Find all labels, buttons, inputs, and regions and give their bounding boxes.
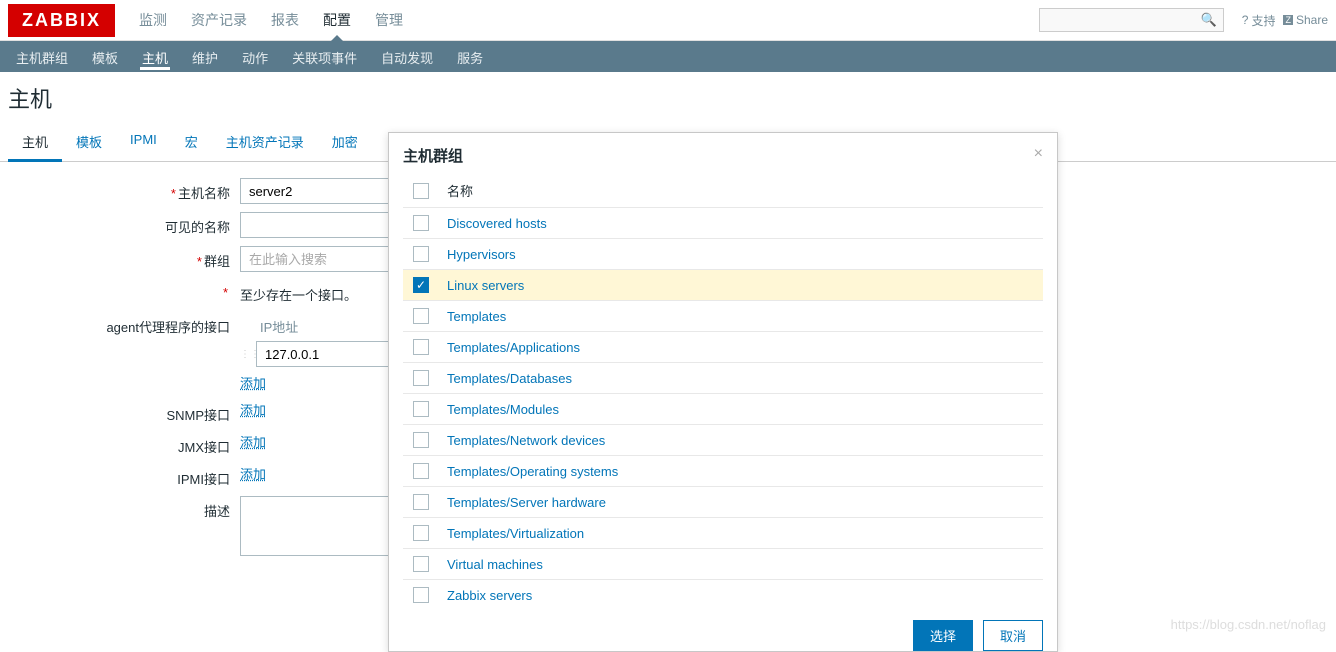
- select-button[interactable]: 选择: [913, 620, 973, 651]
- group-checkbox[interactable]: [413, 246, 429, 262]
- topnav-item[interactable]: 资产记录: [179, 0, 259, 40]
- group-checkbox[interactable]: [413, 215, 429, 231]
- group-checkbox[interactable]: [413, 432, 429, 448]
- group-checkbox[interactable]: [413, 587, 429, 603]
- group-row[interactable]: Hypervisors: [403, 239, 1043, 270]
- desc-label: 描述: [8, 496, 240, 520]
- snmp-label: SNMP接口: [8, 400, 240, 424]
- topnav-item[interactable]: 管理: [363, 0, 415, 40]
- subnav-item[interactable]: 关联项事件: [280, 41, 369, 72]
- drag-handle-icon[interactable]: ⋮⋮: [240, 349, 250, 360]
- group-name-link[interactable]: Templates/Databases: [447, 371, 572, 386]
- group-row[interactable]: Templates/Databases: [403, 363, 1043, 394]
- host-name-label: *主机名称: [8, 178, 240, 202]
- group-checkbox[interactable]: [413, 308, 429, 324]
- tab[interactable]: 模板: [62, 124, 116, 161]
- tab[interactable]: IPMI: [116, 124, 171, 161]
- host-groups-modal: 主机群组 × 名称 Discovered hosts Hypervisors ✓ Li…: [388, 132, 1058, 652]
- subnav-item[interactable]: 主机群组: [4, 41, 80, 72]
- modal-header-row: 名称: [403, 174, 1043, 208]
- group-name-link[interactable]: Hypervisors: [447, 247, 516, 262]
- group-checkbox[interactable]: [413, 339, 429, 355]
- watermark: https://blog.csdn.net/noflag: [1171, 617, 1326, 632]
- group-name-link[interactable]: Templates: [447, 309, 506, 324]
- subnav-item[interactable]: 模板: [80, 41, 130, 72]
- modal-header: 主机群组 ×: [389, 133, 1057, 174]
- tab[interactable]: 主机资产记录: [212, 124, 318, 161]
- group-checkbox[interactable]: [413, 494, 429, 510]
- tab[interactable]: 主机: [8, 124, 62, 162]
- subnav-item[interactable]: 维护: [180, 41, 230, 72]
- page-title: 主机: [0, 72, 1336, 124]
- group-name-link[interactable]: Virtual machines: [447, 557, 543, 572]
- subnav-item[interactable]: 动作: [230, 41, 280, 72]
- modal-body: 名称 Discovered hosts Hypervisors ✓ Linux ser…: [389, 174, 1057, 610]
- group-name-link[interactable]: Templates/Server hardware: [447, 495, 606, 510]
- group-checkbox[interactable]: [413, 556, 429, 572]
- group-row[interactable]: Templates: [403, 301, 1043, 332]
- visible-name-label: 可见的名称: [8, 212, 240, 236]
- group-name-link[interactable]: Zabbix servers: [447, 588, 532, 603]
- group-row[interactable]: Templates/Server hardware: [403, 487, 1043, 518]
- jmx-label: JMX接口: [8, 432, 240, 456]
- group-name-link[interactable]: Linux servers: [447, 278, 524, 293]
- help-icon: ?: [1242, 13, 1249, 27]
- group-name-link[interactable]: Templates/Operating systems: [447, 464, 618, 479]
- group-checkbox[interactable]: [413, 401, 429, 417]
- close-icon[interactable]: ×: [1034, 145, 1043, 166]
- topnav-item[interactable]: 监测: [127, 0, 179, 40]
- groups-label: *群组: [8, 246, 240, 270]
- snmp-add-link[interactable]: 添加: [240, 403, 266, 418]
- top-nav: ZABBIX 监测资产记录报表配置管理 🔍 ?支持 ZShare: [0, 0, 1336, 41]
- group-row[interactable]: Discovered hosts: [403, 208, 1043, 239]
- group-row[interactable]: Virtual machines: [403, 549, 1043, 580]
- topnav-item[interactable]: 报表: [259, 0, 311, 40]
- group-row[interactable]: Templates/Operating systems: [403, 456, 1043, 487]
- agent-label: agent代理程序的接口: [8, 312, 240, 336]
- group-name-link[interactable]: Templates/Network devices: [447, 433, 605, 448]
- group-row[interactable]: Templates/Network devices: [403, 425, 1043, 456]
- name-column-header: 名称: [447, 181, 473, 200]
- group-name-link[interactable]: Templates/Virtualization: [447, 526, 584, 541]
- group-row[interactable]: ✓ Linux servers: [403, 270, 1043, 301]
- group-checkbox[interactable]: [413, 525, 429, 541]
- subnav-item[interactable]: 主机: [130, 41, 180, 72]
- subnav-item[interactable]: 自动发现: [369, 41, 445, 72]
- group-name-link[interactable]: Templates/Applications: [447, 340, 580, 355]
- share-icon: Z: [1283, 15, 1293, 25]
- search-input[interactable]: 🔍: [1039, 8, 1224, 32]
- search-icon: 🔍: [1201, 12, 1217, 28]
- support-link[interactable]: ?支持: [1242, 12, 1276, 29]
- group-row[interactable]: Templates/Applications: [403, 332, 1043, 363]
- group-row[interactable]: Templates/Virtualization: [403, 518, 1043, 549]
- sub-nav: 主机群组模板主机维护动作关联项事件自动发现服务: [0, 41, 1336, 72]
- subnav-item[interactable]: 服务: [445, 41, 495, 72]
- ipmi-add-link[interactable]: 添加: [240, 467, 266, 482]
- logo: ZABBIX: [8, 4, 115, 37]
- select-all-checkbox[interactable]: [413, 183, 429, 199]
- share-link[interactable]: ZShare: [1283, 13, 1328, 27]
- group-name-link[interactable]: Discovered hosts: [447, 216, 547, 231]
- group-row[interactable]: Templates/Modules: [403, 394, 1043, 425]
- group-row[interactable]: Zabbix servers: [403, 580, 1043, 610]
- group-checkbox[interactable]: ✓: [413, 277, 429, 293]
- group-name-link[interactable]: Templates/Modules: [447, 402, 559, 417]
- ipmi-label: IPMI接口: [8, 464, 240, 488]
- jmx-add-link[interactable]: 添加: [240, 435, 266, 450]
- agent-add-link[interactable]: 添加: [240, 376, 266, 391]
- topnav-item[interactable]: 配置: [311, 0, 363, 40]
- modal-footer: 选择 取消: [389, 610, 1057, 651]
- modal-title: 主机群组: [403, 145, 463, 166]
- group-checkbox[interactable]: [413, 370, 429, 386]
- interface-req-label: *: [8, 280, 240, 300]
- tab[interactable]: 加密: [318, 124, 372, 161]
- tab[interactable]: 宏: [171, 124, 212, 161]
- group-checkbox[interactable]: [413, 463, 429, 479]
- cancel-button[interactable]: 取消: [983, 620, 1043, 651]
